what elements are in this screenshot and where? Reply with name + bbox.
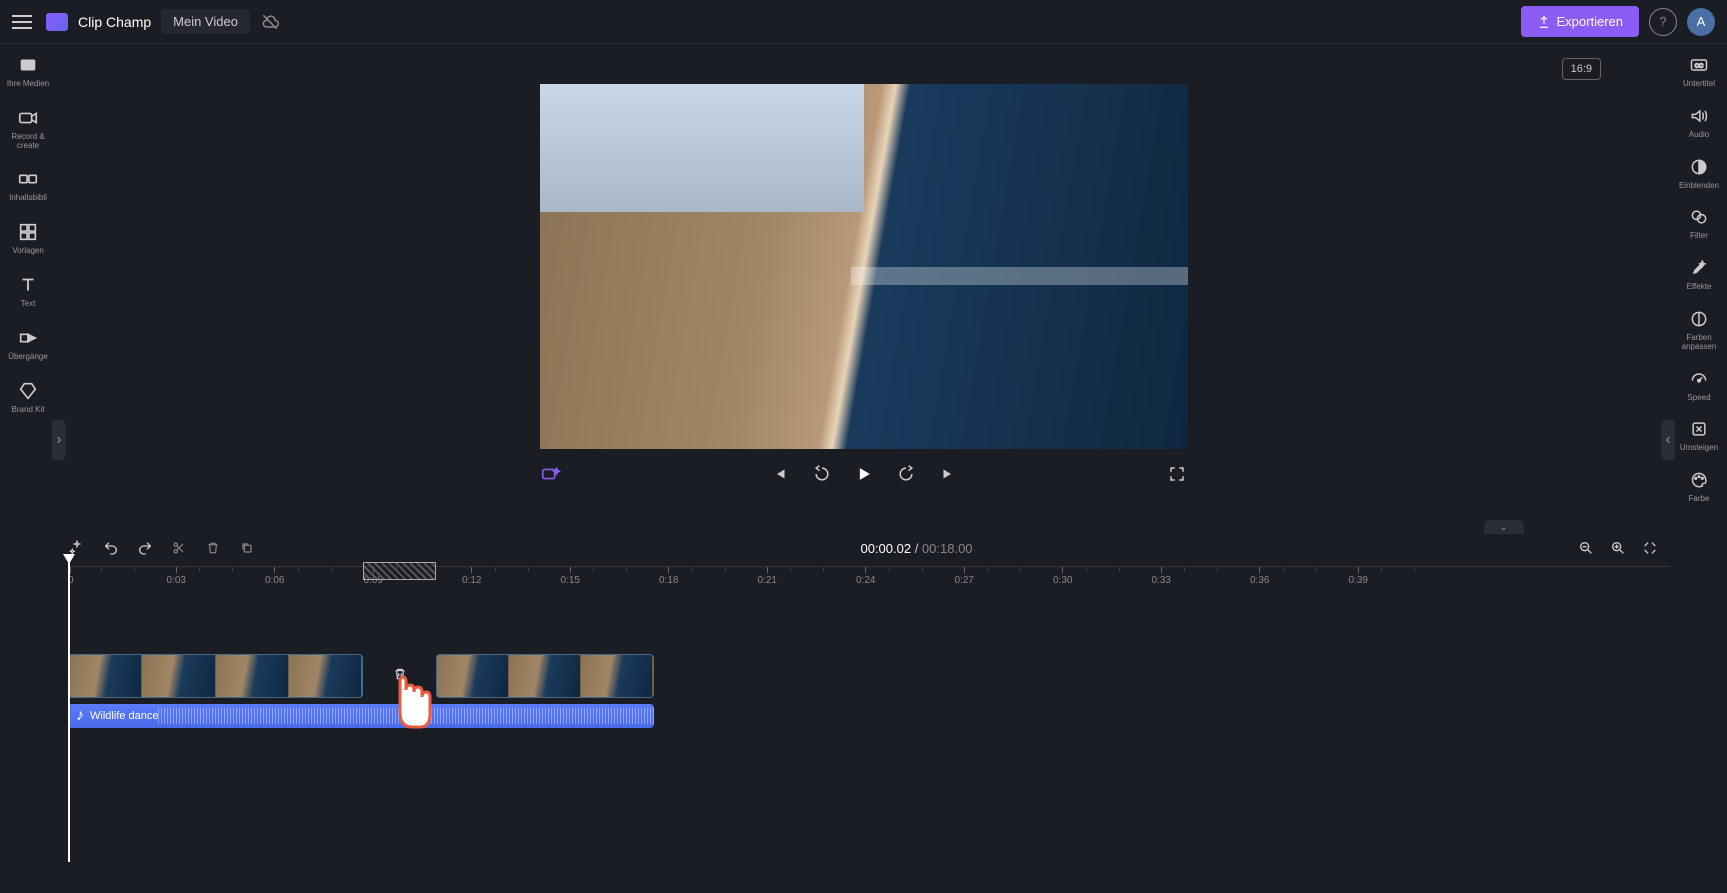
camera-icon <box>17 107 39 129</box>
crop-icon <box>1688 418 1710 440</box>
waveform <box>158 708 654 724</box>
ruler-mark: 0:27 <box>955 567 974 586</box>
collapse-right-panel-button[interactable]: ‹ <box>1661 420 1675 460</box>
redo-button[interactable] <box>136 539 154 557</box>
video-clip-2[interactable] <box>436 654 654 698</box>
ruler-mark: 0:06 <box>265 567 284 586</box>
palette-icon <box>1688 469 1710 491</box>
text-icon <box>17 274 39 296</box>
timeline-time-display: 00:00.02 / 00:18.00 <box>272 541 1561 556</box>
timeline-toolbar: 00:00.02 / 00:18.00 <box>0 530 1727 566</box>
duplicate-button[interactable] <box>238 539 256 557</box>
zoom-in-button[interactable] <box>1609 539 1627 557</box>
audio-clip-label: Wildlife dance <box>90 710 158 722</box>
video-clip-1[interactable] <box>68 654 363 698</box>
user-avatar[interactable]: A <box>1687 8 1715 36</box>
ruler-mark: 0:39 <box>1349 567 1368 586</box>
ruler-mark: 0:30 <box>1053 567 1072 586</box>
fullscreen-button[interactable] <box>1166 463 1188 485</box>
sidebar-item-audio[interactable]: Audio <box>1671 105 1727 140</box>
aspect-ratio-selector[interactable]: 16:9 <box>1562 58 1601 80</box>
workspace: Ihre Medien Record & create Inhaltsbibli… <box>0 44 1727 524</box>
filter-icon <box>1688 206 1710 228</box>
sidebar-item-subtitles[interactable]: CC Untertitel <box>1671 54 1727 89</box>
undo-button[interactable] <box>102 539 120 557</box>
ruler-mark: 0:03 <box>167 567 186 586</box>
export-button[interactable]: Exportieren <box>1521 6 1639 37</box>
audio-clip[interactable]: ♪ Wildlife dance <box>68 704 654 728</box>
ruler-mark: 0:36 <box>1250 567 1269 586</box>
audio-icon <box>1688 105 1710 127</box>
header: Clip Champ Mein Video Exportieren ? A <box>0 0 1727 44</box>
split-button[interactable] <box>170 539 188 557</box>
gap-selection-indicator <box>363 562 436 580</box>
sidebar-item-effects[interactable]: Effekte <box>1671 257 1727 292</box>
ruler-mark: 0:12 <box>462 567 481 586</box>
sidebar-item-record[interactable]: Record & create <box>0 107 56 151</box>
timeline-gap[interactable]: Diese Lücke löschen <box>363 654 436 698</box>
svg-text:CC: CC <box>1695 64 1703 70</box>
sidebar-item-text[interactable]: Text <box>0 274 56 309</box>
play-button[interactable] <box>853 463 875 485</box>
timeline-zoom-controls <box>1577 539 1659 557</box>
project-name[interactable]: Mein Video <box>161 9 250 34</box>
sidebar-item-palette[interactable]: Farbe <box>1671 469 1727 504</box>
expand-left-panel-button[interactable]: › <box>52 420 66 460</box>
transitions-icon <box>17 327 39 349</box>
sidebar-item-library[interactable]: Inhaltsbibli <box>0 168 56 203</box>
zoom-fit-button[interactable] <box>1641 539 1659 557</box>
sidebar-item-transitions[interactable]: Übergänge <box>0 327 56 362</box>
timeline-ruler[interactable]: 00:030:060:090:120:150:180:210:240:270:3… <box>68 566 1671 590</box>
delete-gap-button[interactable] <box>392 666 408 682</box>
ruler-mark: 0:21 <box>758 567 777 586</box>
sidebar-item-colors[interactable]: Farben anpassen <box>1671 308 1727 352</box>
sidebar-item-filter[interactable]: Filter <box>1671 206 1727 241</box>
sidebar-item-templates[interactable]: Vorlagen <box>0 221 56 256</box>
ruler-mark: 0:33 <box>1152 567 1171 586</box>
video-preview[interactable] <box>540 84 1188 449</box>
skip-forward-button[interactable] <box>937 463 959 485</box>
help-button[interactable]: ? <box>1649 8 1677 36</box>
library-icon <box>17 168 39 190</box>
preview-area: 16:9 <box>56 44 1671 524</box>
music-note-icon: ♪ <box>76 707 84 725</box>
templates-icon <box>17 221 39 243</box>
left-sidebar: Ihre Medien Record & create Inhaltsbibli… <box>0 44 56 524</box>
colors-icon <box>1688 308 1710 330</box>
delete-button[interactable] <box>204 539 222 557</box>
cloud-sync-icon[interactable] <box>260 12 280 32</box>
ai-enhance-button[interactable] <box>540 463 562 485</box>
skip-back-button[interactable] <box>769 463 791 485</box>
fade-icon <box>1688 156 1710 178</box>
sidebar-item-speed[interactable]: Speed <box>1671 368 1727 403</box>
forward-button[interactable] <box>895 463 917 485</box>
app-logo-icon <box>46 13 68 31</box>
ruler-mark: 0:15 <box>561 567 580 586</box>
speed-icon <box>1688 368 1710 390</box>
effects-icon <box>1688 257 1710 279</box>
zoom-out-button[interactable] <box>1577 539 1595 557</box>
right-sidebar: CC Untertitel Audio Einblenden Filter Ef… <box>1671 44 1727 524</box>
sidebar-item-media[interactable]: Ihre Medien <box>0 54 56 89</box>
app-name: Clip Champ <box>78 14 151 30</box>
upload-icon <box>1537 15 1551 29</box>
ruler-mark: 0:18 <box>659 567 678 586</box>
ruler-mark: 0:24 <box>856 567 875 586</box>
transport-controls <box>540 449 1188 499</box>
timeline-tracks: Diese Lücke löschen ♪ Wildlife dance <box>68 654 1671 728</box>
sidebar-item-brandkit[interactable]: Brand Kit <box>0 380 56 415</box>
collapse-timeline-button[interactable]: ⌄ <box>1484 520 1524 534</box>
rewind-button[interactable] <box>811 463 833 485</box>
cc-icon: CC <box>1688 54 1710 76</box>
brand-icon <box>17 380 39 402</box>
hamburger-menu-icon[interactable] <box>12 10 36 34</box>
video-track: Diese Lücke löschen <box>68 654 1671 698</box>
playhead[interactable] <box>68 562 70 862</box>
sidebar-item-fade[interactable]: Einblenden <box>1671 156 1727 191</box>
media-icon <box>17 54 39 76</box>
sidebar-item-crop[interactable]: Umsteigen <box>1671 418 1727 453</box>
